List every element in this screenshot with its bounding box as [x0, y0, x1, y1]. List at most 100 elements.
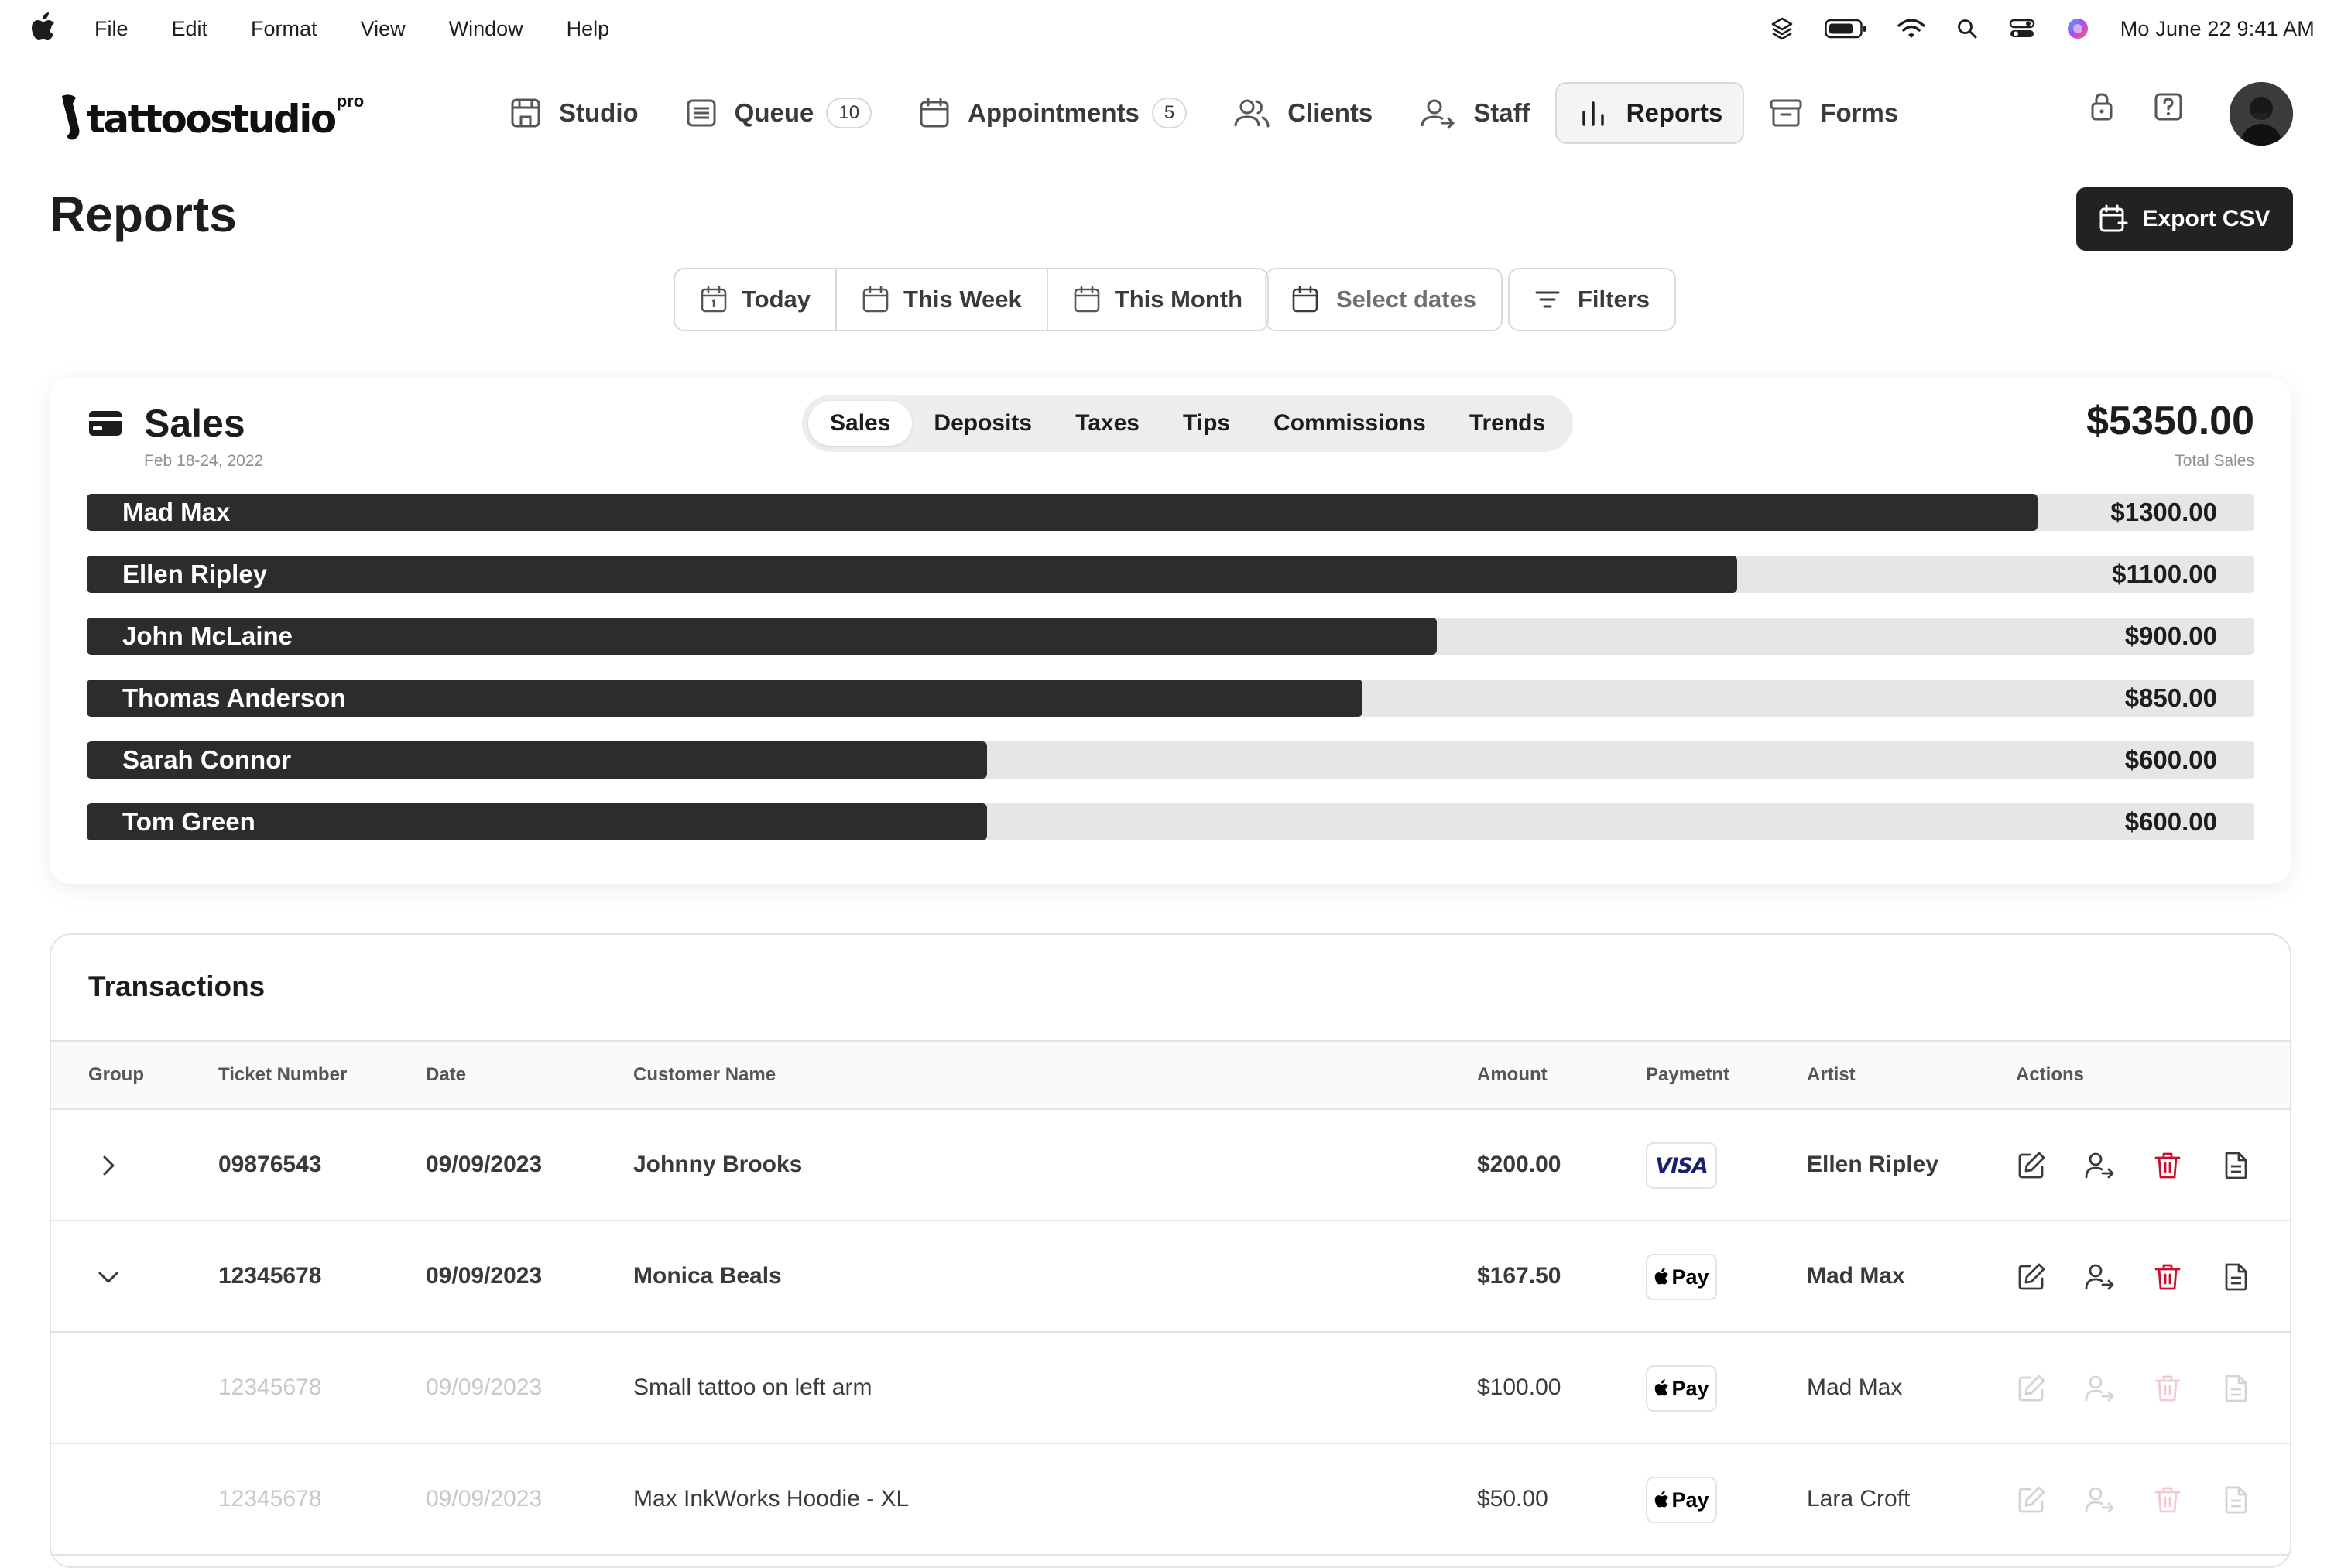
select-dates-input[interactable]: Select dates — [1265, 268, 1503, 331]
apple-pay-logo: Pay — [1654, 1265, 1709, 1289]
tab-trends[interactable]: Trends — [1448, 401, 1567, 446]
reassign-user-icon[interactable] — [2084, 1150, 2115, 1181]
calendar-icon — [1074, 286, 1100, 313]
customer-name: Monica Beals — [633, 1263, 782, 1289]
menu-view[interactable]: View — [361, 17, 406, 41]
col-group[interactable]: Group — [88, 1042, 144, 1108]
delete-icon[interactable] — [2152, 1262, 2183, 1292]
ticket-number: 12345678 — [218, 1263, 322, 1289]
document-icon[interactable] — [2220, 1262, 2251, 1292]
nav-item-appointments[interactable]: Appointments 5 — [896, 82, 1208, 144]
nav-item-forms[interactable]: Forms — [1747, 82, 1920, 144]
menubar-clock[interactable]: Mo June 22 9:41 AM — [2120, 17, 2315, 41]
wifi-icon[interactable] — [1897, 18, 1925, 39]
sales-bar-row[interactable]: Thomas Anderson $850.00 — [87, 680, 2254, 717]
menu-window[interactable]: Window — [449, 17, 523, 41]
nav-label: Studio — [559, 98, 639, 127]
filter-icon — [1535, 291, 1560, 308]
tab-tips[interactable]: Tips — [1161, 401, 1252, 446]
range-today-label: Today — [742, 286, 811, 313]
export-csv-button[interactable]: Export CSV — [2076, 187, 2293, 251]
apple-pay-text: Pay — [1671, 1488, 1709, 1512]
sales-bar-row[interactable]: Sarah Connor $600.00 — [87, 741, 2254, 779]
table-row[interactable]: 09876543 09/09/2023 Johnny Brooks $200.0… — [51, 1110, 2290, 1221]
siri-icon[interactable] — [2066, 17, 2089, 40]
ticket-number: 12345678 — [218, 1486, 322, 1512]
sales-bar-row[interactable]: John McLaine $900.00 — [87, 618, 2254, 655]
menu-format[interactable]: Format — [251, 17, 317, 41]
sales-bar-row[interactable]: Tom Green $600.00 — [87, 803, 2254, 840]
filters-label: Filters — [1578, 286, 1650, 313]
menu-edit[interactable]: Edit — [172, 17, 208, 41]
delete-icon[interactable] — [2152, 1150, 2183, 1181]
nav-label: Clients — [1287, 98, 1373, 127]
sales-bar-fill — [87, 494, 2038, 531]
brand-name: tattoostudio — [87, 97, 337, 142]
payment-method-badge: Pay — [1646, 1254, 1717, 1300]
battery-icon[interactable] — [1825, 19, 1866, 39]
sales-bar-row[interactable]: Ellen Ripley $1100.00 — [87, 556, 2254, 593]
user-avatar[interactable] — [2230, 82, 2293, 146]
payment-method-badge: Pay — [1646, 1365, 1717, 1412]
artist-name: Ellen Ripley — [122, 560, 268, 588]
range-today-button[interactable]: Today — [675, 269, 837, 330]
bar-chart-icon — [1582, 101, 1604, 126]
nav-item-clients[interactable]: Clients — [1212, 82, 1394, 144]
col-payment[interactable]: Paymetnt — [1646, 1042, 1729, 1108]
artist-name: Tom Green — [122, 807, 255, 836]
chevron-down-icon[interactable] — [94, 1263, 122, 1291]
sales-total: $5350.00 — [2086, 399, 2254, 443]
col-date[interactable]: Date — [426, 1042, 466, 1108]
col-ticket-number[interactable]: Ticket Number — [218, 1042, 347, 1108]
calendar-icon — [862, 286, 889, 313]
col-actions: Actions — [2016, 1064, 2085, 1085]
nav-label: Queue — [734, 98, 814, 127]
col-customer-name[interactable]: Customer Name — [633, 1042, 776, 1108]
range-this-month-button[interactable]: This Month — [1048, 269, 1267, 330]
menu-file[interactable]: File — [94, 17, 129, 41]
list-icon — [687, 99, 716, 127]
reassign-user-icon[interactable] — [2084, 1262, 2115, 1292]
sales-period: Feb 18-24, 2022 — [144, 452, 264, 470]
document-icon[interactable] — [2220, 1150, 2251, 1181]
reassign-user-icon — [2085, 1487, 2114, 1513]
artist-name: John McLaine — [122, 621, 293, 650]
nav-label: Forms — [1820, 98, 1899, 127]
sales-bar-row[interactable]: Mad Max $1300.00 — [87, 494, 2254, 531]
nav-item-staff[interactable]: Staff — [1397, 82, 1551, 144]
lock-icon[interactable] — [2087, 91, 2116, 122]
tab-commissions[interactable]: Commissions — [1252, 401, 1448, 446]
appointments-count-badge: 5 — [1151, 98, 1188, 128]
edit-icon[interactable] — [2016, 1262, 2047, 1292]
table-row-child[interactable]: 12345678 09/09/2023 Small tattoo on left… — [51, 1333, 2290, 1444]
col-amount[interactable]: Amount — [1477, 1042, 1548, 1108]
brand-logo[interactable]: tattoostudio pro — [59, 87, 364, 141]
nav-item-reports[interactable]: Reports — [1554, 82, 1745, 144]
menu-help[interactable]: Help — [567, 17, 610, 41]
table-row-child[interactable]: 12345678 09/09/2023 Max InkWorks Hoodie … — [51, 1444, 2290, 1556]
nav-label: Appointments — [968, 98, 1140, 127]
visa-logo: VISA — [1655, 1153, 1708, 1178]
artist-sales-bars: Mad Max $1300.00 Ellen Ripley $1100.00 J… — [87, 494, 2254, 865]
help-icon[interactable] — [2154, 91, 2183, 122]
tab-taxes[interactable]: Taxes — [1054, 401, 1161, 446]
layers-icon[interactable] — [1770, 16, 1794, 41]
tab-sales[interactable]: Sales — [808, 401, 913, 446]
nav-item-studio[interactable]: Studio — [488, 82, 660, 144]
calendar-icon — [1292, 286, 1318, 313]
apple-icon[interactable] — [29, 12, 56, 43]
apple-icon — [1655, 1268, 1669, 1285]
edit-icon[interactable] — [2016, 1150, 2047, 1181]
artist-sales-value: $850.00 — [2124, 683, 2217, 712]
range-this-week-button[interactable]: This Week — [837, 269, 1048, 330]
search-icon[interactable] — [1956, 18, 1978, 39]
tab-deposits[interactable]: Deposits — [912, 401, 1054, 446]
ticket-number: 12345678 — [218, 1375, 322, 1400]
control-center-icon[interactable] — [2009, 18, 2035, 39]
col-artist[interactable]: Artist — [1807, 1042, 1856, 1108]
chevron-right-icon[interactable] — [94, 1152, 122, 1179]
nav-item-queue[interactable]: Queue 10 — [663, 82, 893, 144]
apple-icon — [1655, 1379, 1669, 1396]
filters-button[interactable]: Filters — [1508, 268, 1677, 331]
table-row[interactable]: 12345678 09/09/2023 Monica Beals $167.50… — [51, 1221, 2290, 1333]
